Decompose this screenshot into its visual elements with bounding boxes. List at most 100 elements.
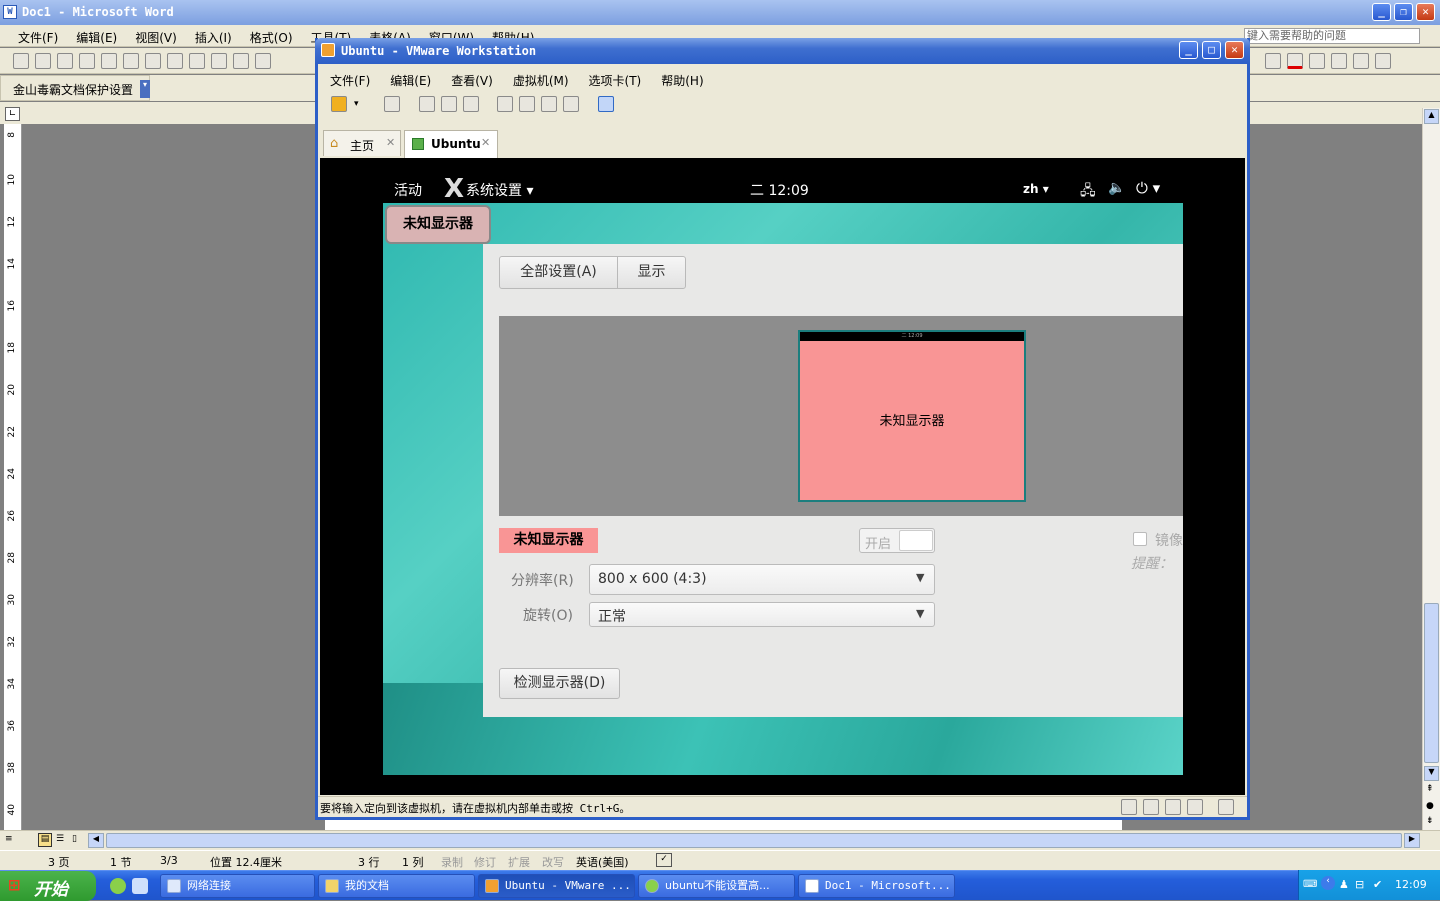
vm-console[interactable]: 活动 X 系统设置 ▾ 二 12:09 zh ▾ 🖧 🔈 ⏻ ▾ 全部设置(A)… <box>320 158 1245 795</box>
enclose-icon[interactable] <box>1331 53 1347 69</box>
snapshot-manager-icon[interactable] <box>462 96 479 112</box>
spelling-status-icon[interactable]: ✓ <box>656 853 672 867</box>
fullscreen-icon[interactable] <box>541 96 558 112</box>
help-search-input[interactable]: 键入需要帮助的问题 <box>1244 28 1420 44</box>
new-icon[interactable] <box>13 53 29 69</box>
word-menu-item[interactable]: 视图(V) <box>135 29 177 46</box>
scroll-up-icon[interactable]: ▲ <box>1424 109 1439 124</box>
undo-icon[interactable] <box>255 53 271 69</box>
sidebar-icon[interactable] <box>497 96 514 112</box>
app-menu[interactable]: 系统设置 ▾ <box>466 180 533 200</box>
vmware-menu-item[interactable]: 编辑(E) <box>390 72 431 89</box>
print-layout-icon[interactable]: ▤ <box>38 833 52 847</box>
cut-icon[interactable] <box>211 53 227 69</box>
vm-maximize-button[interactable]: □ <box>1202 41 1221 59</box>
minimize-button[interactable]: _ <box>1372 3 1391 21</box>
normal-view-icon[interactable]: ≡ <box>5 834 19 848</box>
spelling-icon[interactable] <box>167 53 183 69</box>
email-icon[interactable] <box>101 53 117 69</box>
phonetic-icon[interactable] <box>1309 53 1325 69</box>
scroll-down-icon[interactable]: ▼ <box>1424 766 1439 781</box>
snapshot-icon[interactable] <box>418 96 435 112</box>
clock[interactable]: 二 12:09 <box>750 180 809 200</box>
vmware-title-bar[interactable]: Ubuntu - VMware Workstation _ □ ✕ <box>315 38 1250 64</box>
close-button[interactable]: ✕ <box>1416 3 1435 21</box>
unity-icon[interactable] <box>563 96 580 112</box>
quicklaunch-ie-icon[interactable] <box>132 878 148 894</box>
vertical-scrollbar[interactable]: ▲ ▼ ⇞ ● ⇟ <box>1422 108 1440 830</box>
status-ovr[interactable]: 改写 <box>542 854 564 870</box>
monitor-arrangement[interactable]: 二 12:09 未知显示器 <box>499 316 1183 516</box>
paste-icon[interactable] <box>233 53 249 69</box>
status-rec[interactable]: 录制 <box>441 854 463 870</box>
open-icon[interactable] <box>35 53 51 69</box>
vmware-menu-item[interactable]: 虚拟机(M) <box>513 72 569 89</box>
tray-clock[interactable]: 12:09 <box>1395 878 1427 891</box>
revert-snapshot-icon[interactable] <box>440 96 457 112</box>
status-ext[interactable]: 扩展 <box>508 854 530 870</box>
input-method[interactable]: zh ▾ <box>1023 182 1049 196</box>
vmware-menu-item[interactable]: 选项卡(T) <box>589 72 642 89</box>
pause-icon[interactable] <box>331 96 347 112</box>
vmware-menu-item[interactable]: 查看(V) <box>451 72 493 89</box>
scroll-thumb[interactable] <box>1424 603 1439 763</box>
monitor-preview[interactable]: 二 12:09 未知显示器 <box>798 330 1026 502</box>
vmware-menu-item[interactable]: 帮助(H) <box>661 72 703 89</box>
tab-selector[interactable]: ∟ <box>5 107 20 121</box>
tab-ubuntu-close-icon[interactable]: ✕ <box>481 136 490 149</box>
volume-icon[interactable]: 🔈 <box>1108 180 1125 196</box>
font-color-icon[interactable] <box>1287 53 1303 69</box>
scroll-left-icon[interactable]: ◀ <box>88 833 104 848</box>
network-icon[interactable]: 🖧 <box>1080 180 1096 204</box>
word-menu-item[interactable]: 文件(F) <box>18 29 58 46</box>
thumbnail-icon[interactable] <box>519 96 536 112</box>
status-trk[interactable]: 修订 <box>474 854 496 870</box>
network-tray-icon[interactable]: ⊟ <box>1355 878 1364 891</box>
word-menu-item[interactable]: 格式(O) <box>250 29 293 46</box>
power-icon[interactable]: ⏻ ▾ <box>1136 179 1160 197</box>
activities-button[interactable]: 活动 <box>394 180 422 200</box>
network-adapter-icon[interactable] <box>1165 799 1181 815</box>
toolbar-options-icon[interactable]: ▾ <box>140 80 150 98</box>
word-menu-item[interactable]: 插入(I) <box>195 29 232 46</box>
vm-close-button[interactable]: ✕ <box>1225 41 1244 59</box>
print-icon[interactable] <box>123 53 139 69</box>
cdrom-icon[interactable] <box>1143 799 1159 815</box>
detect-displays-button[interactable]: 检测显示器(D) <box>499 668 620 699</box>
h-scroll-thumb[interactable] <box>106 833 1402 848</box>
tab-ubuntu[interactable]: Ubuntu ✕ <box>404 130 498 158</box>
jinshan-toolbar[interactable]: 金山毒霸文档保护设置 ▾ <box>0 75 150 101</box>
highlight-icon[interactable] <box>1265 53 1281 69</box>
qq-icon[interactable]: ♟ <box>1339 878 1349 891</box>
permission-icon[interactable] <box>79 53 95 69</box>
message-log-icon[interactable] <box>1218 799 1234 815</box>
security-icon[interactable]: ✔ <box>1373 878 1382 891</box>
taskbar-item-documents[interactable]: 我的文档 <box>318 874 475 898</box>
save-icon[interactable] <box>57 53 73 69</box>
switch-knob[interactable] <box>899 530 933 551</box>
taskbar-item-browser[interactable]: ubuntu不能设置高... <box>638 874 795 898</box>
outline-view-icon[interactable]: ☰ <box>56 834 64 844</box>
reading-view-icon[interactable]: ▯ <box>72 834 77 844</box>
next-page-icon[interactable]: ⇟ <box>1426 816 1434 826</box>
resolution-select[interactable]: 800 x 600 (4:3) ▼ <box>589 564 935 595</box>
tab-home[interactable]: ⌂ 主页 ✕ <box>323 130 401 156</box>
grow-font-icon[interactable] <box>1353 53 1369 69</box>
start-button[interactable]: ⊞ 开始 <box>0 871 96 901</box>
research-icon[interactable] <box>189 53 205 69</box>
taskbar-item-word[interactable]: Doc1 - Microsoft... <box>798 874 955 898</box>
display-breadcrumb[interactable]: 显示 <box>617 256 686 289</box>
shrink-font-icon[interactable] <box>1375 53 1391 69</box>
keyboard-icon[interactable]: ⌨ <box>1303 879 1317 890</box>
console-view-icon[interactable] <box>598 96 615 112</box>
word-title-bar[interactable]: W Doc1 - Microsoft Word _ ❐ ✕ <box>0 0 1440 25</box>
browse-object-icon[interactable]: ● <box>1426 801 1434 811</box>
restore-button[interactable]: ❐ <box>1394 3 1413 21</box>
quicklaunch-browser-icon[interactable] <box>110 878 126 894</box>
display-toggle-switch[interactable]: 开启 <box>859 528 935 553</box>
word-menu-item[interactable]: 编辑(E) <box>76 29 117 46</box>
mirror-checkbox[interactable] <box>1133 532 1147 546</box>
vmware-menu-item[interactable]: 文件(F) <box>330 72 370 89</box>
tab-home-close-icon[interactable]: ✕ <box>386 136 395 149</box>
send-keys-icon[interactable] <box>383 96 400 112</box>
